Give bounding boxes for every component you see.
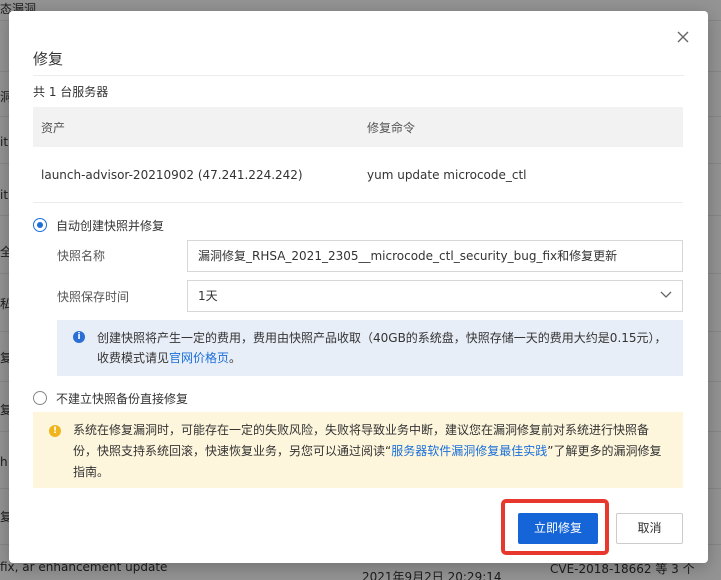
server-count: 共 1 台服务器 (33, 85, 109, 99)
cost-info-text: 创建快照将产生一定的费用，费用由快照产品收取（40GB的系统盘，快照存储一天的费… (97, 328, 672, 368)
cost-info-tail: 。 (229, 351, 242, 365)
cancel-button[interactable]: 取消 (616, 513, 683, 544)
cost-info-box: i 创建快照将产生一定的费用，费用由快照产品收取（40GB的系统盘，快照存储一天… (57, 320, 683, 376)
chevron-down-icon (660, 291, 672, 298)
snapshot-retention-label: 快照保存时间 (57, 290, 130, 304)
info-icon: i (73, 331, 85, 343)
risk-warning-text: 系统在修复漏洞时，可能存在一定的失败风险，失败将导致业务中断，建议您在漏洞修复前… (73, 420, 668, 483)
risk-warning-box: ! 系统在修复漏洞时，可能存在一定的失败风险，失败将导致业务中断，建议您在漏洞修… (33, 412, 683, 488)
fix-dialog: 修复 共 1 台服务器 资产 修复命令 launch-advisor-20210… (9, 11, 708, 563)
command-cell: yum update microcode_ctl (367, 167, 527, 182)
dialog-title: 修复 (33, 50, 64, 68)
snapshot-name-input[interactable]: 漏洞修复_RHSA_2021_2305__microcode_ctl_secur… (187, 240, 683, 272)
asset-table: 资产 修复命令 launch-advisor-20210902 (47.241.… (33, 107, 683, 203)
radio-no-snapshot[interactable] (33, 391, 47, 405)
fix-now-button[interactable]: 立即修复 (518, 513, 598, 544)
snapshot-retention-value: 1天 (198, 289, 218, 303)
asset-cell: launch-advisor-20210902 (47.241.224.242) (41, 167, 303, 182)
snapshot-name-label: 快照名称 (57, 249, 106, 263)
table-row: launch-advisor-20210902 (47.241.224.242)… (33, 147, 683, 203)
snapshot-retention-select[interactable]: 1天 (187, 280, 683, 312)
title-divider (33, 75, 684, 76)
close-icon[interactable] (674, 28, 692, 46)
column-header-command: 修复命令 (367, 120, 416, 135)
radio-auto-snapshot-label[interactable]: 自动创建快照并修复 (56, 217, 164, 234)
warning-icon: ! (49, 425, 61, 437)
radio-auto-snapshot[interactable] (33, 218, 47, 232)
radio-no-snapshot-label[interactable]: 不建立快照备份直接修复 (56, 390, 188, 407)
table-header: 资产 修复命令 (33, 107, 683, 147)
pricing-page-link[interactable]: 官网价格页 (169, 351, 229, 365)
column-header-asset: 资产 (41, 120, 66, 135)
best-practice-link[interactable]: 服务器软件漏洞修复最佳实践 (391, 444, 547, 458)
